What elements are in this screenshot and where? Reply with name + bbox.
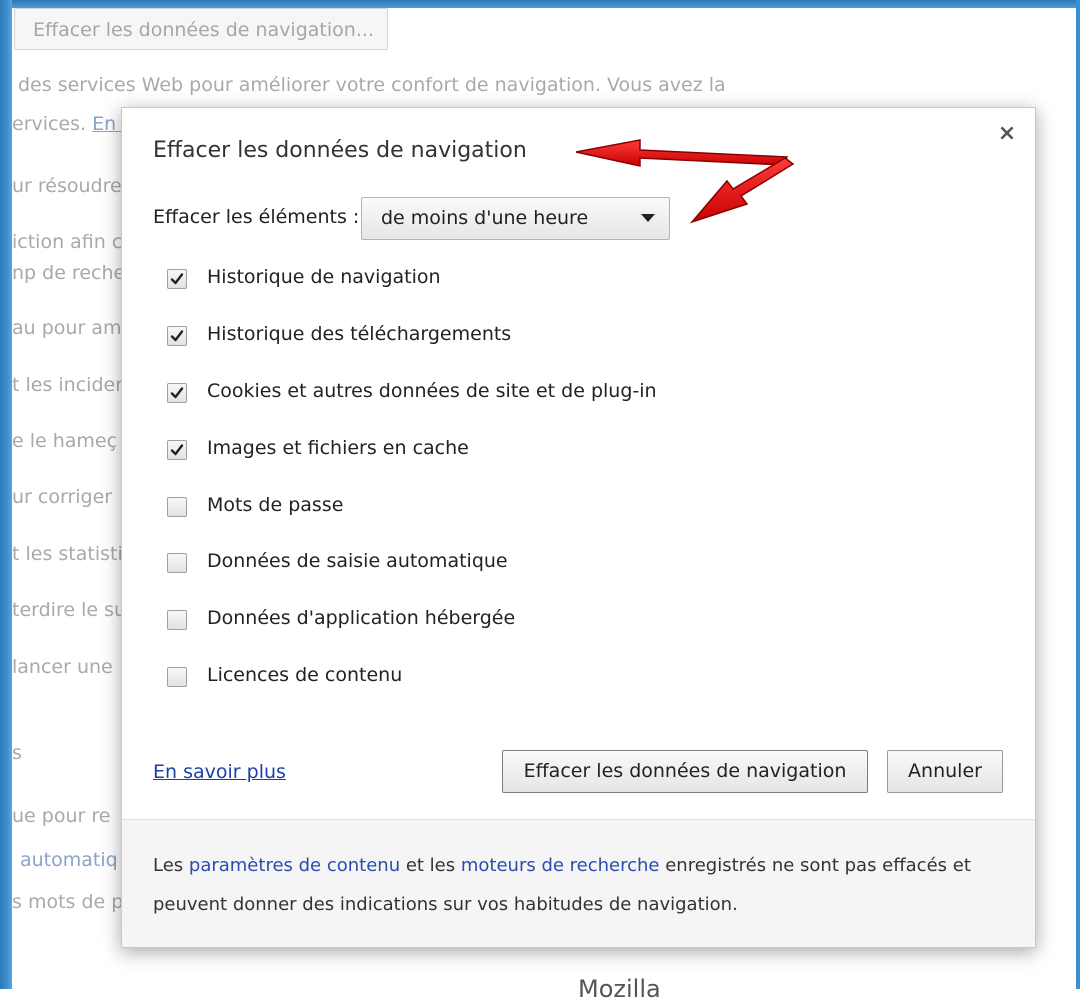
checkbox[interactable]	[167, 440, 187, 460]
checkbox-row-cached-images[interactable]: Images et fichiers en cache	[167, 435, 867, 465]
time-range-value: de moins d'une heure	[381, 207, 589, 229]
checkbox[interactable]	[167, 383, 187, 403]
background-text-line: terdire le su	[12, 599, 127, 621]
checkbox-label: Licences de contenu	[207, 664, 403, 686]
background-text-line: ur résoudre	[12, 175, 122, 197]
background-clear-data-button[interactable]: Effacer les données de navigation...	[14, 8, 388, 50]
background-bottom-heading: Mozilla	[578, 975, 661, 1003]
dialog-title: Effacer les données de navigation	[153, 138, 527, 163]
background-text-line: au pour am	[12, 317, 122, 339]
clear-browsing-data-dialog: Effacer les données de navigation × Effa…	[121, 107, 1036, 948]
background-text-line: ervices. En s	[12, 113, 133, 135]
checkbox-label: Historique des téléchargements	[207, 323, 512, 345]
background-text-line: np de reche	[12, 262, 126, 284]
background-text-line: ur corriger	[12, 486, 113, 508]
checkbox[interactable]	[167, 610, 187, 630]
checkbox-row-passwords[interactable]: Mots de passe	[167, 492, 867, 522]
close-icon[interactable]: ×	[995, 122, 1019, 146]
checkbox-row-browsing-history[interactable]: Historique de navigation	[167, 264, 867, 294]
background-text-line: des services Web pour améliorer votre co…	[18, 74, 726, 96]
checkbox[interactable]	[167, 553, 187, 573]
background-text-line: iction afin c	[12, 231, 123, 253]
background-text-line: t les incider	[12, 374, 124, 396]
checkbox[interactable]	[167, 269, 187, 289]
checkbox-label: Données d'application hébergée	[207, 607, 516, 629]
background-text-line: t les statisti	[12, 543, 123, 565]
checkbox-row-content-licenses[interactable]: Licences de contenu	[167, 662, 867, 692]
clear-browsing-data-button[interactable]: Effacer les données de navigation	[502, 750, 868, 793]
checkbox-label: Cookies et autres données de site et de …	[207, 380, 657, 402]
checkbox-row-hosted-app-data[interactable]: Données d'application hébergée	[167, 605, 867, 635]
checkmark-icon	[170, 387, 184, 399]
checkbox[interactable]	[167, 326, 187, 346]
checkbox-row-cookies[interactable]: Cookies et autres données de site et de …	[167, 378, 867, 408]
cancel-button[interactable]: Annuler	[887, 750, 1003, 793]
background-text-line: ue pour re	[12, 805, 111, 827]
learn-more-link[interactable]: En savoir plus	[153, 761, 286, 783]
dropdown-arrow-icon	[641, 214, 655, 222]
background-text-line: lancer une	[12, 656, 113, 678]
checkmark-icon	[170, 330, 184, 342]
content-settings-link[interactable]: paramètres de contenu	[189, 855, 400, 876]
checkbox[interactable]	[167, 497, 187, 517]
time-range-select[interactable]: de moins d'une heure	[361, 197, 670, 240]
checkbox-row-download-history[interactable]: Historique des téléchargements	[167, 321, 867, 351]
checkbox[interactable]	[167, 667, 187, 687]
checkbox-row-autofill[interactable]: Données de saisie automatique	[167, 548, 867, 578]
checkmark-icon	[170, 273, 184, 285]
footer-note: Les paramètres de contenu et les moteurs…	[153, 855, 971, 915]
background-text-line: s mots de p	[12, 891, 124, 913]
window-frame-right	[1076, 0, 1080, 989]
background-text-line: e le hameç	[12, 430, 118, 452]
background-text-line[interactable]: automatiq	[20, 849, 118, 871]
window-frame-left	[0, 0, 12, 989]
dialog-footer: Les paramètres de contenu et les moteurs…	[122, 819, 1035, 947]
checkbox-label: Images et fichiers en cache	[207, 437, 469, 459]
checkbox-label: Données de saisie automatique	[207, 550, 508, 572]
checkbox-label: Mots de passe	[207, 494, 344, 516]
window-frame-top	[0, 0, 1080, 8]
search-engines-link[interactable]: moteurs de recherche	[461, 855, 660, 876]
checkmark-icon	[170, 444, 184, 456]
time-range-label: Effacer les éléments :	[153, 206, 360, 228]
background-text-line: s	[12, 742, 22, 764]
checkbox-label: Historique de navigation	[207, 266, 441, 288]
